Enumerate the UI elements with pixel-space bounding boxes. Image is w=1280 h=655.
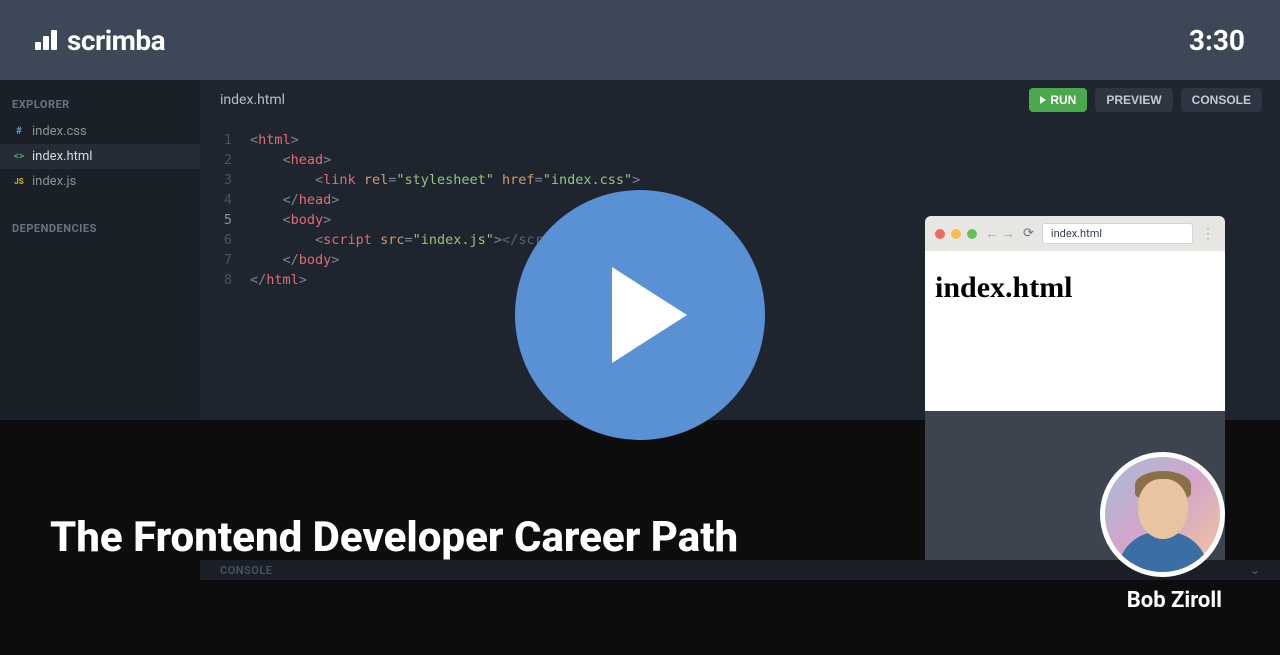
back-icon[interactable]: ←: [985, 225, 999, 242]
play-icon: [1040, 96, 1046, 104]
timer: 3:30: [1189, 24, 1245, 57]
explorer-heading: EXPLORER: [0, 88, 200, 119]
active-tab[interactable]: index.html: [220, 92, 285, 108]
line-number: 2: [200, 150, 232, 170]
brand-name: scrimba: [67, 24, 165, 57]
instructor-avatar[interactable]: [1100, 452, 1225, 577]
file-item-html[interactable]: <> index.html: [0, 144, 200, 169]
course-title: The Frontend Developer Career Path: [50, 513, 738, 562]
js-file-icon: JS: [12, 175, 26, 189]
console-label: CONSOLE: [220, 564, 273, 577]
avatar-face: [1138, 479, 1188, 539]
traffic-lights: [935, 229, 977, 239]
nav-arrows: ← →: [985, 225, 1015, 242]
preview-button[interactable]: PREVIEW: [1095, 88, 1172, 112]
line-number: 1: [200, 130, 232, 150]
file-item-css[interactable]: # index.css: [0, 119, 200, 144]
line-number: 8: [200, 270, 232, 290]
editor-tabs: index.html RUN PREVIEW CONSOLE: [200, 80, 1280, 120]
file-name: index.js: [32, 174, 76, 189]
instructor-name: Bob Ziroll: [1127, 588, 1222, 613]
preview-toolbar: ← → ⟳ index.html ⋮: [925, 216, 1225, 251]
console-button[interactable]: CONSOLE: [1181, 88, 1262, 112]
menu-icon[interactable]: ⋮: [1201, 226, 1215, 242]
minimize-dot-icon: [951, 229, 961, 239]
url-field[interactable]: index.html: [1042, 223, 1193, 244]
preview-content: index.html: [925, 251, 1225, 411]
play-button[interactable]: [515, 190, 765, 440]
close-dot-icon: [935, 229, 945, 239]
maximize-dot-icon: [967, 229, 977, 239]
line-gutter: 1 2 3 4 5 6 7 8: [200, 130, 250, 290]
dependencies-heading: DEPENDENCIES: [0, 212, 200, 243]
preview-heading: index.html: [935, 271, 1215, 305]
editor-buttons: RUN PREVIEW CONSOLE: [1029, 88, 1262, 112]
line-number: 7: [200, 250, 232, 270]
scrimba-logo-icon: [35, 30, 57, 50]
line-number: 4: [200, 190, 232, 210]
run-button[interactable]: RUN: [1029, 88, 1087, 112]
css-file-icon: #: [12, 125, 26, 139]
line-number: 3: [200, 170, 232, 190]
forward-icon[interactable]: →: [1001, 225, 1015, 242]
header: scrimba 3:30: [0, 0, 1280, 80]
run-label: RUN: [1050, 93, 1076, 107]
file-item-js[interactable]: JS index.js: [0, 169, 200, 194]
refresh-icon[interactable]: ⟳: [1023, 226, 1034, 241]
line-number: 6: [200, 230, 232, 250]
file-name: index.html: [32, 149, 92, 164]
chevron-down-icon: ⌄: [1250, 563, 1260, 577]
html-file-icon: <>: [12, 150, 26, 164]
line-number: 5: [200, 210, 232, 230]
logo[interactable]: scrimba: [35, 24, 165, 57]
file-name: index.css: [32, 124, 87, 139]
sidebar: EXPLORER # index.css <> index.html JS in…: [0, 80, 200, 420]
play-icon: [612, 267, 687, 363]
